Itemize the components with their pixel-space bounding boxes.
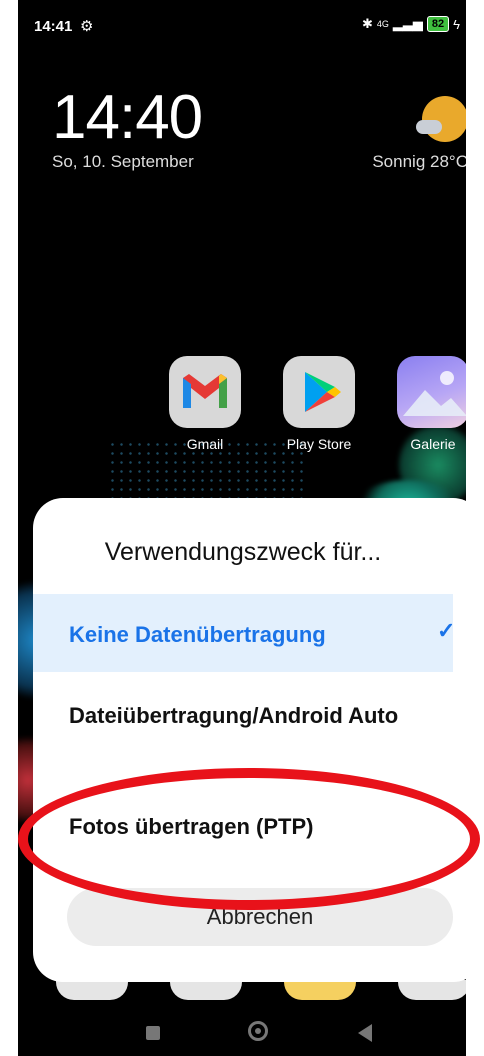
bluetooth-icon: ✱ — [361, 16, 373, 31]
red-highlight-ellipse — [18, 768, 480, 910]
lockscreen-date: So, 10. September — [52, 152, 194, 171]
status-time: 14:41 — [34, 18, 73, 35]
option-label: Dateiübertragung/Android Auto — [69, 703, 399, 728]
play-store-icon — [283, 356, 355, 428]
sun-cloud-icon — [416, 96, 466, 142]
home-icon[interactable] — [248, 1021, 268, 1041]
status-icons: ✱ 4G ▂▃▅ 82 ϟ — [362, 16, 460, 32]
gmail-icon — [169, 356, 241, 428]
option-label: Keine Datenübertragung — [69, 622, 326, 647]
checkmark-icon: ✓ — [437, 618, 456, 643]
dock-app-icon — [284, 980, 356, 1000]
navigation-bar — [18, 1010, 466, 1056]
lockscreen-clock: 14:40 — [52, 83, 203, 152]
weather-text: Sonnig 28°C — [372, 152, 466, 171]
app-gmail[interactable]: Gmail — [160, 356, 250, 452]
app-galerie[interactable]: Galerie — [388, 356, 466, 452]
app-label: Gmail — [186, 436, 224, 452]
status-bar: 14:41 ⚙ ✱ 4G ▂▃▅ 82 ϟ — [18, 0, 466, 50]
gallery-icon — [397, 356, 466, 428]
dock-app-icon — [170, 980, 242, 1000]
dock-app-icon — [56, 980, 128, 1000]
signal-icon: ▂▃▅ — [392, 16, 423, 31]
recents-icon[interactable] — [146, 1026, 160, 1040]
dialog-title: Verwendungszweck für... — [104, 538, 382, 566]
dock-app-icon — [398, 980, 466, 1000]
app-label: Play Store — [286, 436, 352, 452]
charging-icon: ϟ — [453, 16, 460, 32]
settings-gear-icon: ⚙ — [80, 18, 94, 35]
app-play-store[interactable]: Play Store — [274, 356, 364, 452]
4g-icon: 4G — [376, 19, 389, 29]
battery-icon: 82 — [426, 16, 450, 32]
option-no-data-transfer[interactable]: Keine Datenübertragung ✓ — [33, 594, 456, 672]
app-label: Galerie — [410, 436, 456, 452]
option-file-transfer[interactable]: Dateiübertragung/Android Auto — [33, 700, 453, 770]
back-icon[interactable] — [358, 1024, 372, 1042]
